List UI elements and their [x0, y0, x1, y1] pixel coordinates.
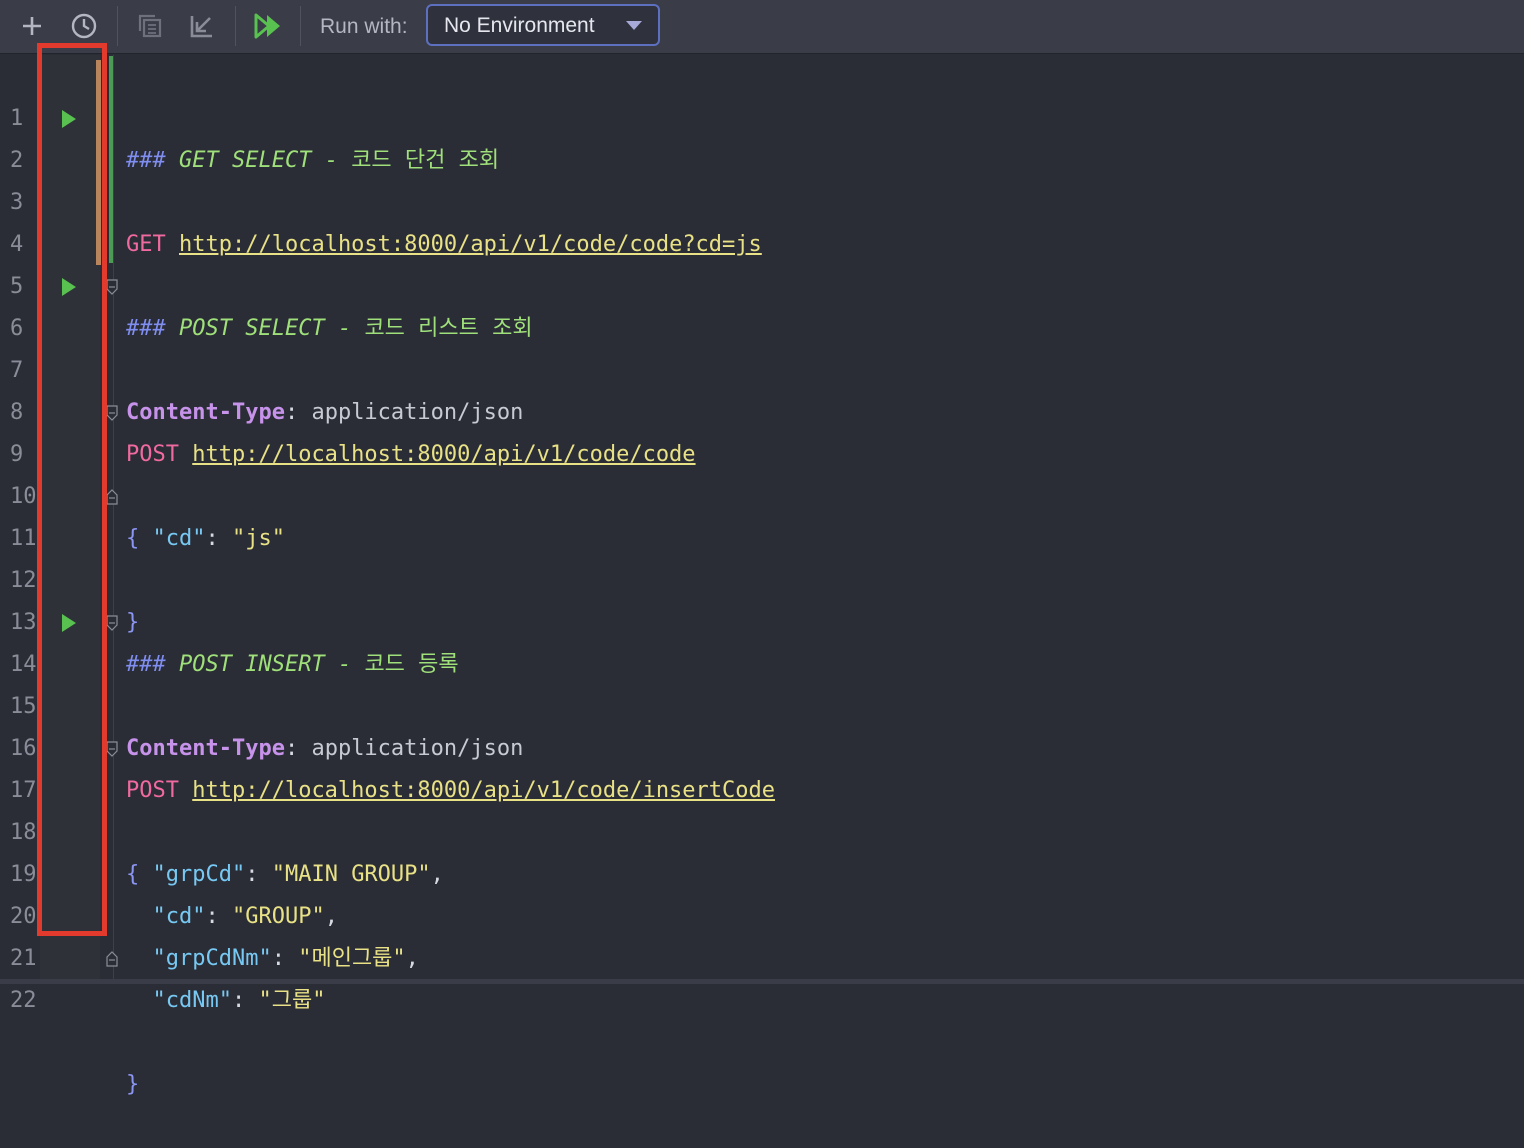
code-line: 15 Content-Type: application/json: [0, 644, 1524, 761]
plus-icon: [23, 17, 41, 35]
http-client-toolbar: Run with: No Environment: [0, 0, 1524, 54]
code-line: 2 GET http://localhost:8000/api/v1/code/…: [0, 98, 1524, 257]
code-line: 18 "grpCd": "MAIN GROUP",: [0, 770, 1524, 887]
run-with-label: Run with:: [320, 15, 408, 38]
fold-icon[interactable]: [106, 615, 118, 631]
clock-icon: [71, 13, 97, 39]
code-line: 8: [0, 350, 1524, 425]
toolbar-divider: [235, 6, 236, 46]
run-all-button[interactable]: [248, 6, 288, 46]
import-button[interactable]: [182, 6, 222, 46]
code-line: 10 "cd": "js": [0, 434, 1524, 551]
fold-icon[interactable]: [106, 279, 118, 295]
horizontal-scrollbar[interactable]: [0, 979, 1524, 984]
line-number: 22: [10, 988, 37, 1013]
code-line: 17 {: [0, 728, 1524, 887]
run-all-icon: [254, 13, 280, 39]
toolbar-divider: [300, 6, 301, 46]
code-line: 3: [0, 140, 1524, 215]
import-arrow-icon: [190, 16, 212, 38]
code-line: 7 Content-Type: application/json: [0, 308, 1524, 425]
json-brace: }: [126, 1072, 140, 1097]
fold-end-icon[interactable]: [106, 951, 118, 967]
code-line: 11 }: [0, 476, 1524, 635]
history-button[interactable]: [64, 6, 104, 46]
annotation-highlight-box: [37, 43, 107, 936]
code-line: 9 {: [0, 392, 1524, 551]
code-line: 19 "cd": "GROUP",: [0, 812, 1524, 929]
toolbar-divider: [117, 6, 118, 46]
json-property: "cdNm": "그룹": [152, 988, 326, 1013]
add-request-button[interactable]: [12, 6, 52, 46]
code-line: 22 }: [0, 938, 1524, 1097]
code-line: 14 POST http://localhost:8000/api/v1/cod…: [0, 602, 1524, 803]
code-line: 16: [0, 686, 1524, 761]
fold-end-icon[interactable]: [106, 489, 118, 505]
code-line: 6 POST http://localhost:8000/api/v1/code…: [0, 266, 1524, 467]
environment-select[interactable]: No Environment: [426, 4, 660, 46]
http-request-editor[interactable]: 1 ### GET SELECT - 코드 단건 조회 2 GET http:/…: [0, 43, 1524, 1097]
copy-icon: [138, 14, 162, 38]
chevron-down-icon: [626, 21, 642, 30]
code-line: 1 ### GET SELECT - 코드 단건 조회: [0, 56, 1524, 173]
code-line: 12: [0, 518, 1524, 593]
code-line: 21 "cdNm": "그룹": [0, 896, 1524, 1013]
environment-select-value: No Environment: [444, 14, 595, 37]
code-line: 5 ### POST SELECT - 코드 리스트 조회: [0, 224, 1524, 341]
fold-icon[interactable]: [106, 405, 118, 421]
code-line: 20 "grpCdNm": "메인그룹",: [0, 854, 1524, 971]
code-line: 13 ### POST INSERT - 코드 등록: [0, 560, 1524, 677]
copy-button[interactable]: [130, 6, 170, 46]
code-line: 4: [0, 182, 1524, 257]
fold-icon[interactable]: [106, 741, 118, 757]
